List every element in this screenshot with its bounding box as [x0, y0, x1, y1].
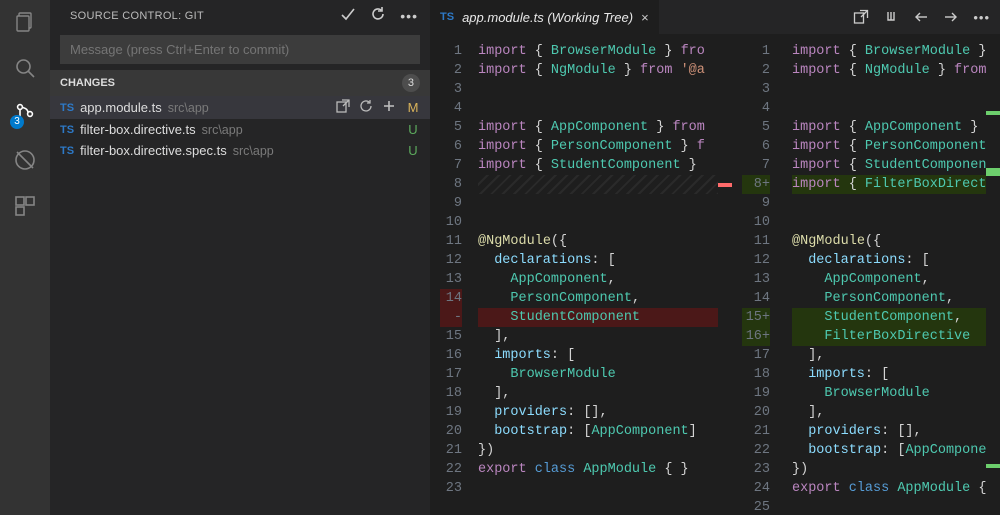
file-row[interactable]: TS app.module.ts src\app M — [50, 96, 430, 119]
file-path: src\app — [202, 123, 243, 137]
file-name: filter-box.directive.spec.ts — [80, 143, 227, 158]
changes-section-header[interactable]: CHANGES 3 — [50, 70, 430, 96]
diff-editor[interactable]: 1234567891011121314 -151617181920212223 … — [430, 34, 1000, 515]
file-path: src\app — [233, 144, 274, 158]
file-status: U — [406, 122, 420, 137]
file-status: M — [406, 100, 420, 115]
ts-icon: TS — [60, 102, 74, 114]
refresh-icon[interactable] — [370, 6, 386, 25]
search-icon[interactable] — [13, 56, 37, 80]
ts-icon: TS — [440, 11, 454, 23]
overview-ruler-right[interactable] — [986, 34, 1000, 515]
source-control-icon[interactable]: 3 — [13, 102, 37, 126]
panel-title-row: SOURCE CONTROL: GIT ••• — [50, 0, 430, 31]
line-numbers-left: 1234567891011121314 -151617181920212223 — [430, 34, 472, 515]
changes-file-list: TS app.module.ts src\app M TS filter-box… — [50, 96, 430, 161]
discard-changes-icon[interactable] — [359, 99, 373, 116]
activity-bar: 3 — [0, 0, 50, 515]
more-actions-icon[interactable]: ••• — [400, 8, 418, 24]
scm-badge: 3 — [10, 115, 24, 129]
explorer-icon[interactable] — [13, 10, 37, 34]
overview-ruler-left[interactable] — [718, 34, 732, 515]
file-row-actions — [336, 99, 396, 116]
stage-changes-icon[interactable] — [382, 99, 396, 116]
commit-message-input[interactable] — [60, 35, 420, 64]
more-actions-icon[interactable]: ••• — [973, 10, 990, 25]
editor-title-actions: ••• — [843, 0, 1000, 34]
debug-icon[interactable] — [13, 148, 37, 172]
file-row[interactable]: TS filter-box.directive.spec.ts src\app … — [50, 140, 430, 161]
diff-original-pane: 1234567891011121314 -151617181920212223 … — [430, 34, 718, 515]
extensions-icon[interactable] — [13, 194, 37, 218]
editor-tab[interactable]: TS app.module.ts (Working Tree) × — [430, 0, 660, 34]
editor-tab-bar: TS app.module.ts (Working Tree) × ••• — [430, 0, 1000, 34]
close-icon[interactable]: × — [641, 10, 649, 25]
panel-title: SOURCE CONTROL: GIT — [70, 10, 204, 22]
open-file-icon[interactable] — [336, 99, 350, 116]
ts-icon: TS — [60, 124, 74, 136]
open-file-icon[interactable] — [853, 9, 869, 25]
code-original: import { BrowserModule } froimport { NgM… — [472, 34, 718, 515]
whitespace-icon[interactable] — [883, 9, 899, 25]
diff-modified-pane: 12345678+9101112131415+16+17181920212223… — [732, 34, 986, 515]
code-modified: import { BrowserModule } froimport { NgM… — [786, 34, 986, 515]
ts-icon: TS — [60, 145, 74, 157]
tab-title: app.module.ts (Working Tree) — [462, 10, 633, 25]
changes-count-badge: 3 — [402, 74, 420, 92]
next-change-icon[interactable] — [943, 9, 959, 25]
file-row[interactable]: TS filter-box.directive.ts src\app U — [50, 119, 430, 140]
changes-section-label: CHANGES — [60, 77, 115, 89]
file-path: src\app — [168, 101, 209, 115]
commit-check-icon[interactable] — [340, 6, 356, 25]
file-name: app.module.ts — [80, 100, 162, 115]
editor-area: TS app.module.ts (Working Tree) × ••• 12… — [430, 0, 1000, 515]
file-name: filter-box.directive.ts — [80, 122, 196, 137]
file-status: U — [406, 143, 420, 158]
previous-change-icon[interactable] — [913, 9, 929, 25]
line-numbers-right: 12345678+9101112131415+16+17181920212223… — [732, 34, 786, 515]
source-control-panel: SOURCE CONTROL: GIT ••• CHANGES 3 TS app… — [50, 0, 430, 515]
